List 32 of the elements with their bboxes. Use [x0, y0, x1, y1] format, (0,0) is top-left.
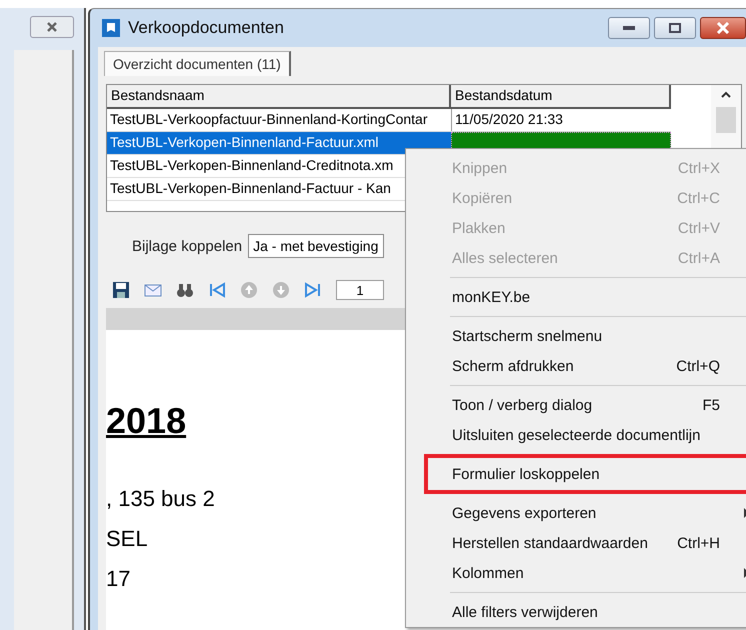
menu-item-label: Kolommen	[452, 564, 524, 582]
menu-item-label: Knippen	[452, 160, 508, 176]
table-cell-text: TestUBL-Verkopen-Binnenland-Creditnota.xm	[109, 156, 394, 175]
shortcut-label: Ctrl+C	[677, 190, 720, 206]
menu-item-label: Plakken	[452, 220, 506, 236]
shortcut-label: Ctrl+H	[677, 534, 720, 552]
shortcut-label: Ctrl+X	[678, 160, 720, 176]
menu-item-label: Uitsluiten geselecteerde documentlijn	[452, 426, 700, 444]
document-text: 17	[106, 566, 130, 592]
table-cell-text: TestUBL-Verkopen-Binnenland-Factuur - Kan	[109, 179, 392, 198]
menu-item-label: monKEY.be	[452, 288, 530, 306]
table-cell: TestUBL-Verkopen-Binnenland-Factuur.xml	[107, 132, 451, 154]
attachment-label: Bijlage koppelen	[132, 238, 242, 254]
document-text: , 135 bus 2	[106, 486, 215, 512]
menu-item-label: Gegevens exporteren	[452, 504, 596, 522]
document-text: SEL	[106, 526, 148, 552]
menu-item-label: Alles selecteren	[452, 250, 558, 266]
window-title: Verkoopdocumenten	[128, 18, 284, 38]
menu-item-label: Startscherm snelmenu	[452, 328, 602, 344]
shortcut-label: Ctrl+Q	[676, 358, 720, 374]
table-cell-text: TestUBL-Verkoopfactuur-Binnenland-KortingContar	[109, 110, 429, 129]
menu-item-label: Formulier loskoppelen	[452, 466, 600, 482]
menu-item-label: Alle filters verwijderen	[452, 604, 598, 620]
table-cell: 11/05/2020 21:33	[451, 109, 671, 131]
shortcut-label: Ctrl+V	[678, 220, 720, 236]
menu-item-label: Kopiëren	[452, 190, 512, 206]
menu-item-label: Herstellen standaardwaarden	[452, 534, 648, 552]
menu-item-label: Toon / verberg dialog	[452, 396, 592, 414]
menu-item-label: Scherm afdrukken	[452, 358, 574, 374]
document-heading: 2018	[106, 400, 186, 442]
shortcut-label: F5	[702, 396, 720, 414]
shortcut-label: Ctrl+A	[678, 250, 720, 266]
